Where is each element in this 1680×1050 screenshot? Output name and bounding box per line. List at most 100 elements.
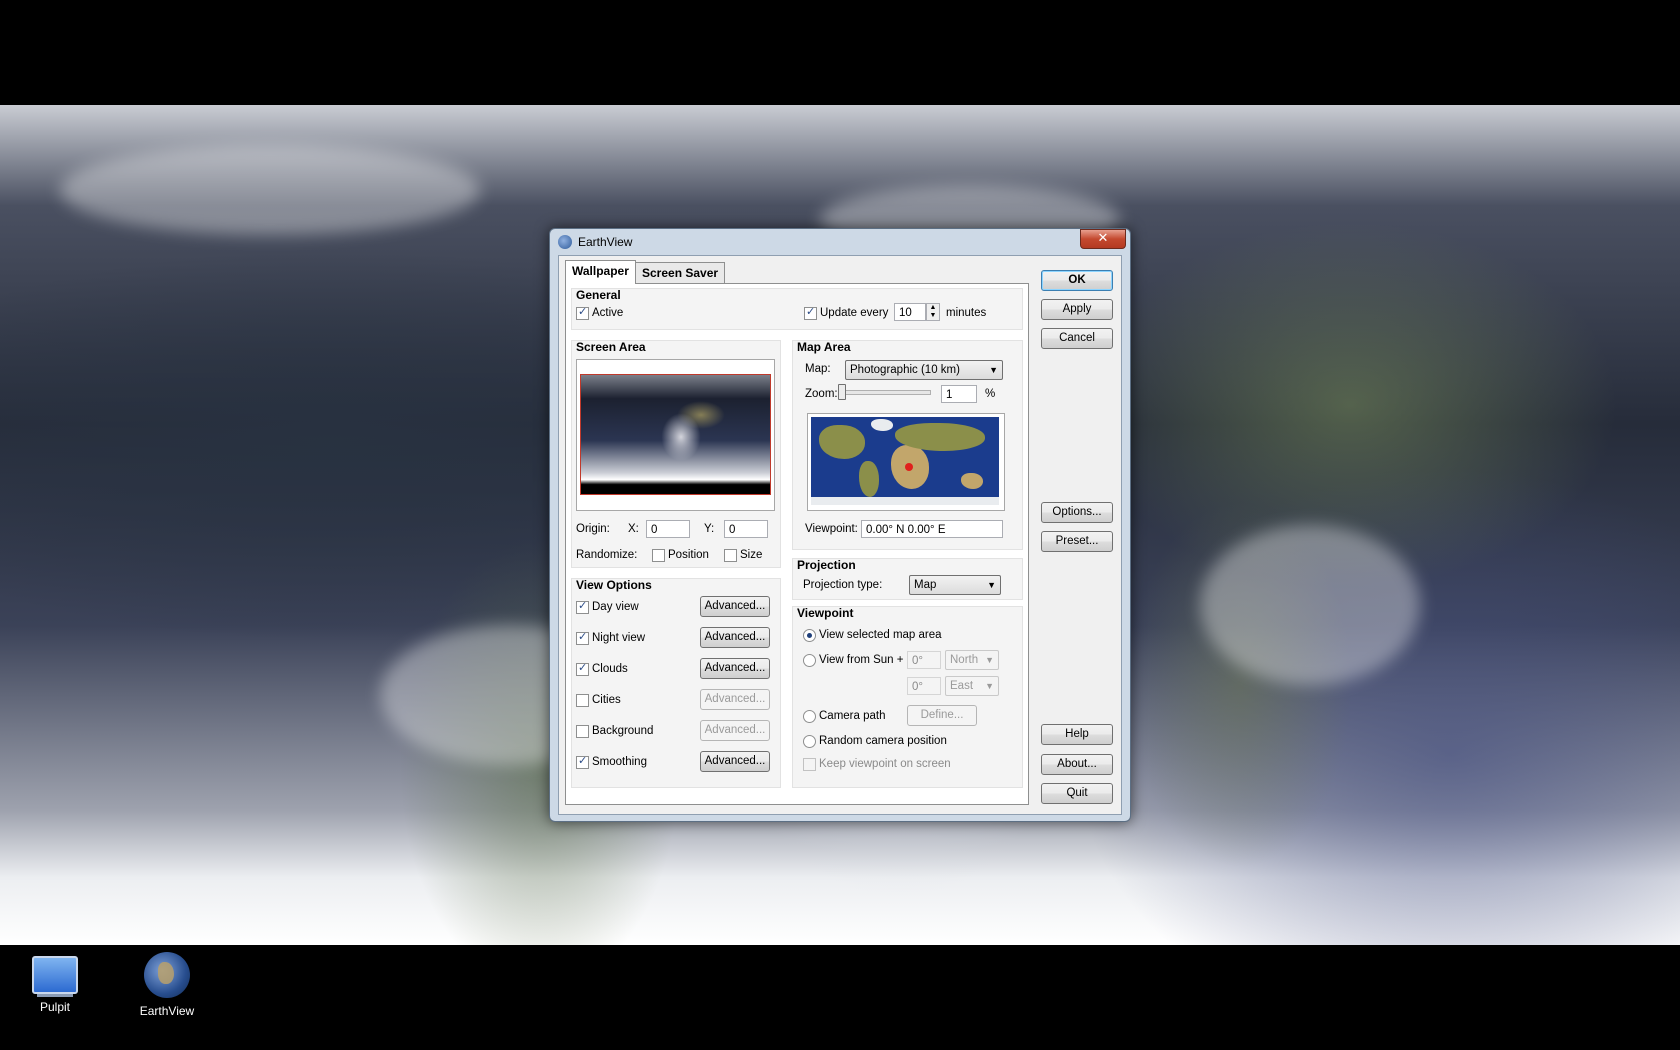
- wallpaper-cloud: [1200, 525, 1420, 685]
- close-button[interactable]: ✕: [1080, 229, 1126, 249]
- viewpoint-input[interactable]: 0.00° N 0.00° E: [861, 520, 1003, 538]
- zoom-slider-track[interactable]: [841, 390, 931, 395]
- random-camera-position-radio[interactable]: [803, 735, 816, 748]
- chevron-down-icon: ▼: [989, 365, 998, 375]
- day-view-label: Day view: [592, 601, 639, 613]
- night-view-checkbox[interactable]: [576, 630, 589, 645]
- night-view-label: Night view: [592, 632, 646, 644]
- randomize-size-label: Size: [740, 549, 763, 561]
- background-advanced-button[interactable]: Advanced...: [700, 720, 770, 741]
- chevron-down-icon: ▼: [985, 655, 994, 665]
- group-title: General: [576, 288, 621, 302]
- active-label: Active: [592, 307, 624, 319]
- options-button[interactable]: Options...: [1041, 502, 1113, 523]
- origin-y-input[interactable]: 0: [724, 520, 768, 538]
- help-button[interactable]: Help: [1041, 724, 1113, 745]
- viewpoint-group: Viewpoint View selected map area View fr…: [792, 606, 1023, 788]
- cancel-button[interactable]: Cancel: [1041, 328, 1113, 349]
- view-from-sun-radio[interactable]: [803, 654, 816, 667]
- clouds-checkbox[interactable]: [576, 661, 589, 676]
- update-interval-input[interactable]: 10: [894, 303, 926, 321]
- day-view-checkbox[interactable]: [576, 599, 589, 614]
- randomize-position-checkbox[interactable]: [652, 549, 665, 562]
- sun-longitude-direction-value: East: [950, 680, 974, 692]
- map-select[interactable]: Photographic (10 km) ▼: [845, 360, 1003, 380]
- zoom-unit: %: [985, 388, 996, 400]
- map-landmass: [811, 497, 999, 505]
- zoom-slider-thumb[interactable]: [838, 384, 846, 400]
- sun-latitude-input[interactable]: 0°: [907, 651, 941, 669]
- define-camera-path-button[interactable]: Define...: [907, 705, 977, 726]
- viewpoint-marker: [905, 463, 913, 471]
- projection-group: Projection Projection type: Map ▼: [792, 558, 1023, 600]
- ok-button[interactable]: OK: [1041, 270, 1113, 291]
- viewpoint-label: Viewpoint:: [805, 523, 858, 535]
- clouds-label: Clouds: [592, 663, 628, 675]
- projection-type-label: Projection type:: [803, 579, 883, 591]
- origin-y-label: Y:: [704, 523, 715, 535]
- map-area-preview[interactable]: [807, 413, 1005, 511]
- smoothing-advanced-button[interactable]: Advanced...: [700, 751, 770, 772]
- wallpaper-tab-panel: General Active Update every 10 ▲▼ minute…: [565, 283, 1029, 805]
- smoothing-checkbox[interactable]: [576, 754, 589, 769]
- cities-advanced-button[interactable]: Advanced...: [700, 689, 770, 710]
- background-label: Background: [592, 725, 654, 737]
- active-checkbox[interactable]: [576, 305, 589, 320]
- origin-label: Origin:: [576, 523, 610, 535]
- tab-wallpaper[interactable]: Wallpaper: [565, 260, 636, 284]
- title-bar[interactable]: EarthView ✕: [550, 229, 1130, 255]
- camera-path-radio[interactable]: [803, 710, 816, 723]
- map-landmass: [859, 461, 879, 497]
- screen-area-group: Screen Area Origin: X: 0 Y: 0 Randomize:…: [571, 340, 781, 568]
- group-title: Projection: [797, 558, 856, 572]
- view-selected-map-area-label: View selected map area: [819, 629, 942, 641]
- world-map: [811, 417, 999, 505]
- about-button[interactable]: About...: [1041, 754, 1113, 775]
- random-camera-position-label: Random camera position: [819, 735, 947, 747]
- update-every-checkbox[interactable]: [804, 305, 817, 320]
- wallpaper-cloud: [60, 145, 480, 235]
- update-interval-spinner[interactable]: ▲ ▼: [926, 303, 940, 321]
- night-view-advanced-button[interactable]: Advanced...: [700, 627, 770, 648]
- group-title: View Options: [576, 578, 652, 592]
- cities-checkbox[interactable]: [576, 694, 589, 707]
- tab-screen-saver[interactable]: Screen Saver: [635, 262, 726, 284]
- zoom-input[interactable]: 1: [941, 385, 977, 403]
- map-landmass: [819, 425, 865, 459]
- desktop-icon-pulpit[interactable]: Pulpit: [10, 952, 100, 1014]
- keep-viewpoint-on-screen-label: Keep viewpoint on screen: [819, 758, 951, 770]
- map-area-group: Map Area Map: Photographic (10 km) ▼ Zoo…: [792, 340, 1023, 550]
- projection-type-select[interactable]: Map ▼: [909, 575, 1001, 595]
- keep-viewpoint-on-screen-checkbox[interactable]: [803, 758, 816, 771]
- background-checkbox[interactable]: [576, 725, 589, 738]
- sun-latitude-direction-select[interactable]: North ▼: [945, 650, 999, 670]
- origin-x-label: X:: [628, 523, 639, 535]
- view-selected-map-area-radio[interactable]: [803, 629, 816, 642]
- sun-longitude-input[interactable]: 0°: [907, 677, 941, 695]
- desktop-icon-label: Pulpit: [39, 1000, 71, 1014]
- screen-area-selection[interactable]: [580, 374, 771, 495]
- chevron-down-icon: ▼: [985, 681, 994, 691]
- apply-button[interactable]: Apply: [1041, 299, 1113, 320]
- view-from-sun-label: View from Sun +: [819, 654, 904, 666]
- chevron-down-icon: ▼: [987, 580, 996, 590]
- clouds-advanced-button[interactable]: Advanced...: [700, 658, 770, 679]
- sun-longitude-direction-select[interactable]: East ▼: [945, 676, 999, 696]
- update-every-label: Update every: [820, 307, 889, 319]
- map-landmass: [961, 473, 983, 489]
- preset-button[interactable]: Preset...: [1041, 531, 1113, 552]
- origin-x-input[interactable]: 0: [646, 520, 690, 538]
- day-view-advanced-button[interactable]: Advanced...: [700, 596, 770, 617]
- group-title: Viewpoint: [797, 606, 854, 620]
- randomize-size-checkbox[interactable]: [724, 549, 737, 562]
- screen-area-preview[interactable]: [576, 359, 775, 511]
- randomize-position-label: Position: [668, 549, 709, 561]
- general-group: General Active Update every 10 ▲▼ minute…: [571, 288, 1023, 330]
- quit-button[interactable]: Quit: [1041, 783, 1113, 804]
- zoom-label: Zoom:: [805, 388, 838, 400]
- map-landmass: [871, 419, 893, 431]
- desktop-icon-earthview[interactable]: EarthView: [122, 952, 212, 1018]
- window-title: EarthView: [578, 235, 633, 249]
- earthview-dialog: EarthView ✕ Wallpaper Screen Saver Gener…: [549, 228, 1131, 822]
- desktop-icon-label: EarthView: [139, 1004, 195, 1018]
